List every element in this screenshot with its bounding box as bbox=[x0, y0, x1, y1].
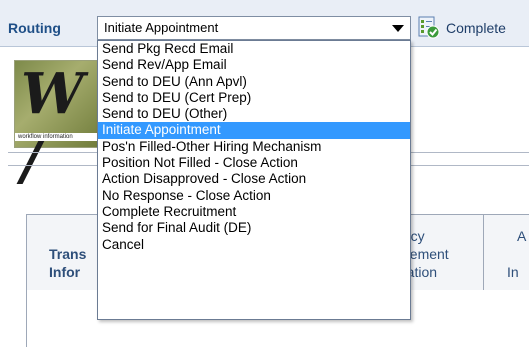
routing-dropdown-list[interactable]: Send Pkg Recd Email Send Rev/App Email S… bbox=[97, 40, 411, 320]
complete-button-label[interactable]: Complete bbox=[446, 20, 506, 36]
option-complete-recruitment[interactable]: Complete Recruitment bbox=[98, 204, 410, 220]
option-cancel[interactable]: Cancel bbox=[98, 237, 410, 253]
routing-select[interactable]: Initiate Appointment bbox=[97, 16, 411, 40]
option-send-pkg-recd-email[interactable]: Send Pkg Recd Email bbox=[98, 41, 410, 57]
option-action-disapproved[interactable]: Action Disapproved - Close Action bbox=[98, 171, 410, 187]
option-initiate-appointment[interactable]: Initiate Appointment bbox=[98, 122, 410, 139]
col-third-header: A In bbox=[507, 227, 526, 281]
option-send-to-deu-cert-prep[interactable]: Send to DEU (Cert Prep) bbox=[98, 90, 410, 106]
option-posn-filled-other[interactable]: Pos'n Filled-Other Hiring Mechanism bbox=[98, 139, 410, 155]
routing-select-value: Initiate Appointment bbox=[104, 20, 219, 35]
col-trans-line1: Trans bbox=[49, 246, 87, 262]
col-trans-line2: Infor bbox=[49, 264, 81, 280]
col-trans-info-header: Trans Infor bbox=[49, 245, 86, 281]
logo-caption: workflow information bbox=[15, 133, 101, 141]
workflow-logo: W / workflow information bbox=[14, 60, 102, 193]
option-position-not-filled[interactable]: Position Not Filled - Close Action bbox=[98, 155, 410, 171]
column-divider bbox=[483, 215, 484, 291]
col-third-line1: A bbox=[517, 228, 527, 244]
option-send-rev-app-email[interactable]: Send Rev/App Email bbox=[98, 57, 410, 73]
option-send-to-deu-ann-apvl[interactable]: Send to DEU (Ann Apvl) bbox=[98, 74, 410, 90]
col-third-line2: In bbox=[507, 264, 519, 280]
logo-letters: W / bbox=[21, 61, 84, 193]
option-no-response[interactable]: No Response - Close Action bbox=[98, 188, 410, 204]
option-send-to-deu-other[interactable]: Send to DEU (Other) bbox=[98, 106, 410, 122]
complete-check-icon[interactable] bbox=[418, 15, 440, 39]
routing-label: Routing bbox=[8, 20, 61, 36]
chevron-down-icon[interactable] bbox=[392, 25, 404, 32]
option-send-final-audit[interactable]: Send for Final Audit (DE) bbox=[98, 220, 410, 236]
